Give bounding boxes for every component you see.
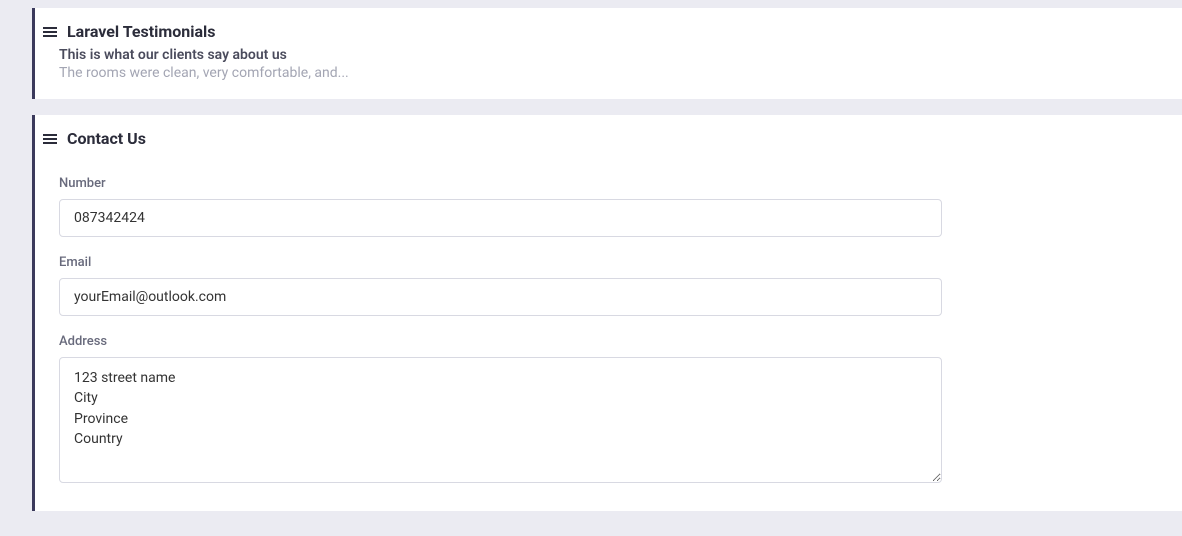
input-email[interactable] [59, 278, 942, 316]
textarea-address[interactable]: 123 street name City Province Country [59, 357, 942, 483]
panel-body-testimonials: This is what our clients say about us Th… [35, 47, 1162, 81]
form-group-number: Number [59, 176, 942, 237]
form-group-email: Email [59, 255, 942, 316]
menu-icon[interactable] [43, 25, 57, 39]
panel-title-contact: Contact Us [67, 129, 146, 148]
testimonials-preview: The rooms were clean, very comfortable, … [59, 65, 1142, 81]
panel-body-contact: Number Email Address 123 street name Cit… [35, 176, 1162, 487]
panel-header-testimonials: Laravel Testimonials [35, 22, 1162, 41]
label-email: Email [59, 255, 942, 270]
form-group-address: Address 123 street name City Province Co… [59, 334, 942, 487]
input-number[interactable] [59, 199, 942, 237]
menu-icon[interactable] [43, 132, 57, 146]
panel-testimonials: Laravel Testimonials This is what our cl… [32, 8, 1182, 99]
testimonials-subtitle: This is what our clients say about us [59, 47, 1142, 63]
page-container: Laravel Testimonials This is what our cl… [0, 0, 1182, 511]
panel-contact: Contact Us Number Email Address 123 stre… [32, 115, 1182, 511]
label-address: Address [59, 334, 942, 349]
panel-title-testimonials: Laravel Testimonials [67, 22, 216, 41]
panel-header-contact: Contact Us [35, 129, 1162, 148]
label-number: Number [59, 176, 942, 191]
